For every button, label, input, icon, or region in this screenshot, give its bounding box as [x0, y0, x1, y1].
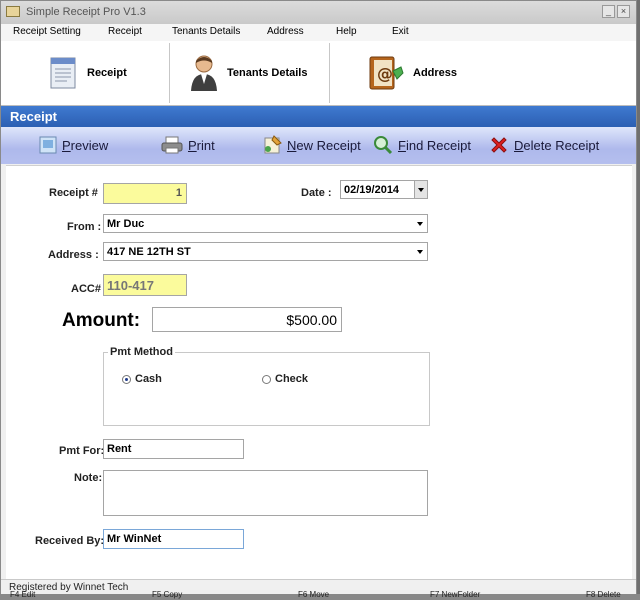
cash-radio-option[interactable]: Cash — [122, 373, 162, 385]
find-receipt-button[interactable]: Find Receipt — [373, 135, 471, 155]
toolbar-tenants-label: Tenants Details — [227, 67, 308, 79]
toolbar-divider — [329, 43, 330, 103]
delete-receipt-label: Delete Receipt — [514, 137, 600, 153]
preview-button[interactable]: Preview — [39, 135, 108, 155]
from-label: From : — [67, 221, 102, 233]
svg-text:@: @ — [377, 64, 393, 83]
received-by-field[interactable]: Mr WinNet — [103, 529, 244, 549]
toolbar-tenants-button[interactable]: Tenants Details — [189, 41, 308, 105]
section-title: Receipt — [10, 109, 57, 124]
from-select[interactable]: Mr Duc — [103, 214, 428, 233]
new-receipt-label: New Receipt — [287, 137, 361, 153]
find-receipt-label: Find Receipt — [398, 137, 471, 153]
preview-icon — [39, 136, 57, 154]
payment-for-field[interactable]: Rent — [103, 439, 244, 459]
receipt-icon — [50, 57, 76, 89]
delete-x-icon — [491, 137, 507, 153]
app-window: Simple Receipt Pro V1.3 _ × Receipt Sett… — [0, 0, 637, 595]
acc-label: ACC# — [71, 283, 101, 295]
window-title: Simple Receipt Pro V1.3 — [26, 6, 146, 18]
fkey-f4: F4 Edit — [10, 590, 36, 599]
background-function-key-bar: F4 Edit F5 Copy F6 Move F7 NewFolder F8 … — [0, 590, 640, 600]
check-radio-option[interactable]: Check — [262, 373, 308, 385]
magnifier-icon — [374, 136, 393, 155]
menu-exit[interactable]: Exit — [392, 26, 409, 37]
menu-tenants-details[interactable]: Tenants Details — [172, 26, 240, 37]
date-value: 02/19/2014 — [344, 184, 400, 196]
date-picker[interactable]: 02/19/2014 — [340, 180, 428, 199]
check-radio[interactable] — [262, 374, 271, 384]
title-bar: Simple Receipt Pro V1.3 _ × — [1, 1, 636, 24]
receipt-number-field[interactable]: 1 — [103, 183, 187, 204]
menu-receipt[interactable]: Receipt — [108, 26, 142, 37]
payment-method-label: Pmt Method — [108, 346, 175, 358]
menu-help[interactable]: Help — [336, 26, 357, 37]
address-select[interactable]: 417 NE 12TH ST — [103, 242, 428, 261]
print-button[interactable]: Print — [161, 135, 215, 155]
print-label: Print — [188, 137, 215, 153]
note-label: Note: — [74, 472, 103, 484]
cash-radio[interactable] — [122, 374, 131, 384]
toolbar-receipt-button[interactable]: Receipt — [47, 41, 127, 105]
address-value: 417 NE 12TH ST — [107, 246, 191, 258]
payment-method-group — [103, 352, 430, 426]
menu-address[interactable]: Address — [267, 26, 304, 37]
toolbar-address-button[interactable]: @ Address — [367, 41, 457, 105]
payment-for-label: Pmt For: — [59, 445, 105, 457]
address-label: Address : — [48, 249, 99, 261]
toolbar-address-label: Address — [413, 67, 458, 79]
app-icon — [6, 6, 20, 17]
section-header: Receipt — [1, 106, 636, 127]
fkey-f8: F8 Delete — [586, 590, 621, 599]
date-label: Date : — [301, 187, 332, 199]
amount-field[interactable]: $500.00 — [152, 307, 342, 332]
close-icon[interactable]: × — [617, 5, 630, 18]
from-value: Mr Duc — [107, 218, 145, 230]
delete-receipt-button[interactable]: Delete Receipt — [489, 135, 599, 155]
menu-receipt-setting[interactable]: Receipt Setting — [13, 26, 81, 37]
received-by-label: Received By: — [35, 535, 105, 547]
fkey-f6: F6 Move — [298, 590, 330, 599]
chevron-down-icon — [418, 188, 424, 192]
minimize-icon[interactable]: _ — [602, 5, 615, 18]
amount-label: Amount: — [62, 310, 141, 331]
preview-label: Preview — [62, 137, 109, 153]
menu-bar: Receipt Setting Receipt Tenants Details … — [1, 24, 636, 41]
person-icon — [191, 55, 217, 91]
chevron-down-icon — [417, 222, 423, 226]
fkey-f7: F7 NewFolder — [430, 590, 481, 599]
check-label: Check — [275, 373, 309, 385]
new-receipt-button[interactable]: New Receipt — [262, 135, 361, 155]
acc-field[interactable]: 110-417 — [103, 274, 187, 296]
main-toolbar: Receipt Tenants Details @ Address — [1, 41, 636, 106]
cash-label: Cash — [135, 373, 162, 385]
toolbar-divider — [169, 43, 170, 103]
address-book-icon: @ — [369, 56, 404, 90]
note-field[interactable] — [103, 470, 428, 516]
action-bar: Preview Print New Receipt Find Receipt D… — [1, 127, 636, 164]
new-receipt-icon — [264, 135, 282, 154]
toolbar-receipt-label: Receipt — [87, 67, 127, 79]
printer-icon — [161, 136, 183, 154]
chevron-down-icon — [417, 250, 423, 254]
date-dropdown-button[interactable] — [414, 181, 427, 198]
fkey-f5: F5 Copy — [152, 590, 183, 599]
receipt-form: Receipt # 1 Date : 02/19/2014 From : Mr … — [6, 165, 632, 580]
receipt-number-label: Receipt # — [49, 187, 98, 199]
